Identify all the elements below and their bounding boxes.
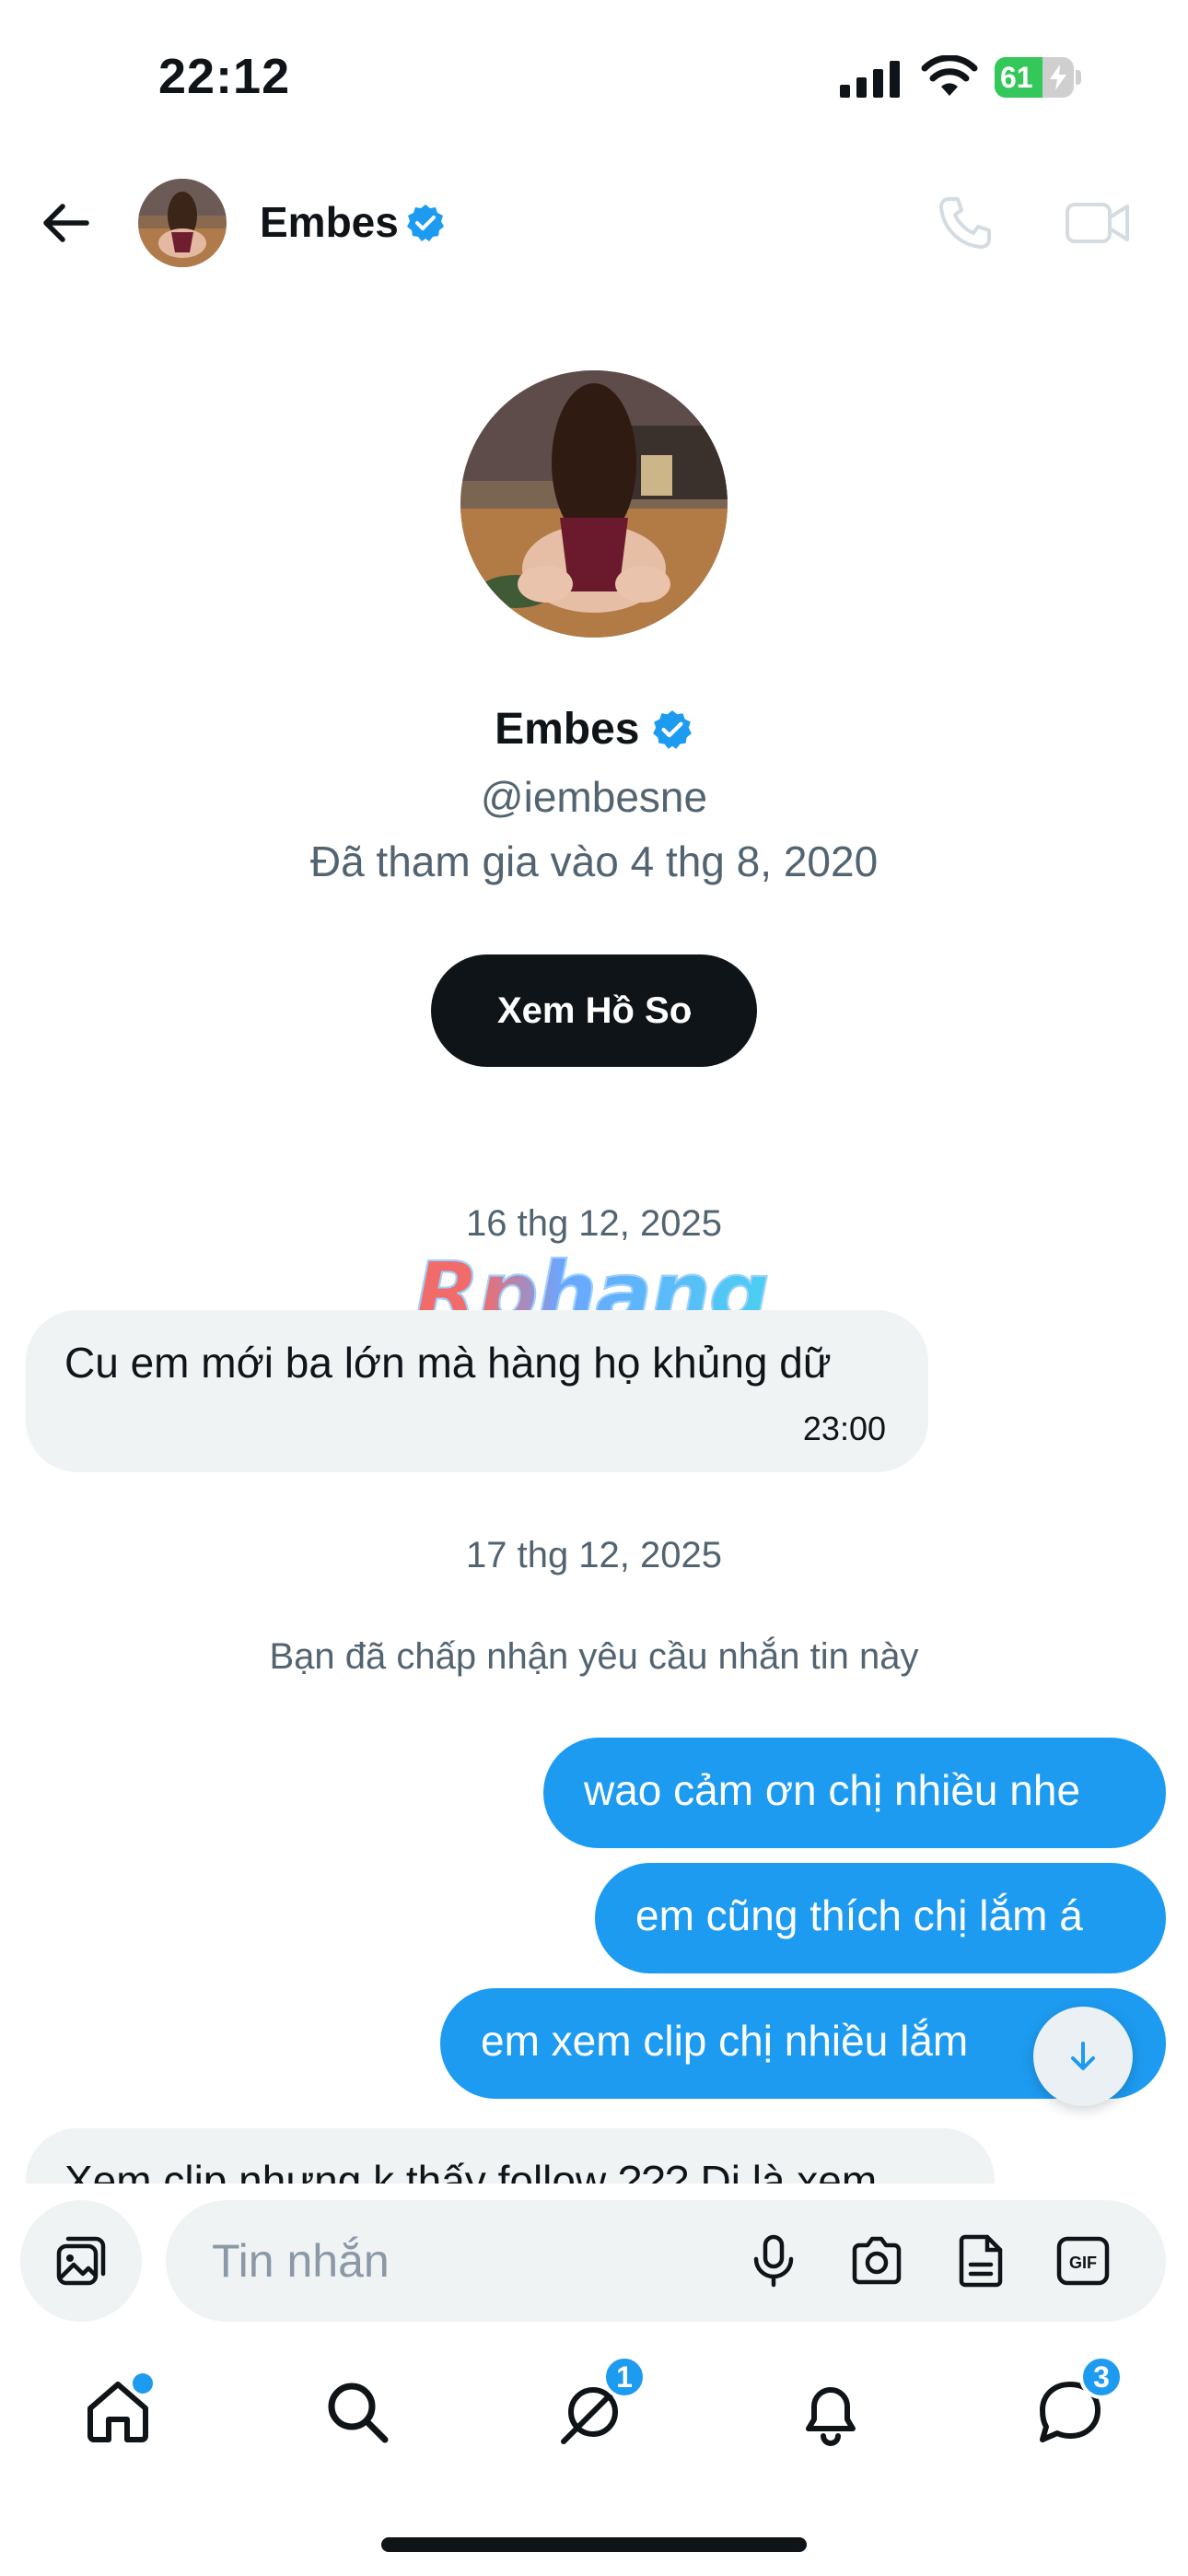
grok-badge: 1 <box>602 2355 646 2399</box>
header-avatar[interactable] <box>138 179 227 267</box>
message-input[interactable] <box>212 2226 728 2296</box>
battery-indicator: 61 <box>995 57 1081 98</box>
gif-icon[interactable]: GIF <box>1055 2233 1111 2289</box>
view-profile-label: Xem Hồ Sơ <box>497 989 691 1031</box>
tab-notifications[interactable] <box>794 2375 868 2449</box>
verified-badge-icon <box>653 709 692 749</box>
home-unread-dot <box>133 2373 153 2394</box>
message-time: 23:00 <box>802 1410 886 1447</box>
cellular-signal-icon <box>840 61 900 98</box>
profile-joined-date: Đã tham gia vào 4 thg 8, 2020 <box>309 837 879 885</box>
wifi-icon <box>921 55 978 96</box>
view-profile-button[interactable]: Xem Hồ Sơ <box>431 954 757 1067</box>
composer: GIF <box>0 2193 1188 2322</box>
messages-badge: 3 <box>1079 2355 1124 2399</box>
outgoing-message[interactable]: em cũng thích chị lắm á <box>595 1863 1166 1973</box>
message-field[interactable]: GIF <box>166 2200 1166 2322</box>
status-bar: 22:12 61 <box>0 0 1188 157</box>
home-indicator <box>381 2537 807 2552</box>
gallery-icon <box>56 2236 106 2286</box>
camera-icon[interactable] <box>849 2233 904 2289</box>
arrow-down-icon <box>1071 2042 1095 2070</box>
request-accepted-note: Bạn đã chấp nhận yêu cầu nhắn tin này <box>269 1636 919 1677</box>
tab-home[interactable] <box>81 2373 155 2449</box>
svg-text:GIF: GIF <box>1069 2254 1097 2272</box>
bottom-tab-bar: 1 3 <box>0 2355 1188 2488</box>
profile-name-row: Embes <box>0 704 1188 755</box>
outgoing-message[interactable]: wao cảm ơn chị nhiều nhe <box>543 1738 1166 1848</box>
date-separator: 16 thg 12, 2025 <box>465 1203 723 1244</box>
profile-handle: @iembesne <box>480 773 708 821</box>
incoming-message[interactable]: Cu em mới ba lớn mà hàng họ khủng dữ 23:… <box>26 1310 928 1472</box>
message-text: Xem clip nhưng k thấy follow ??? Dị là x… <box>64 2157 878 2184</box>
status-time: 22:12 <box>158 49 291 104</box>
tab-messages[interactable]: 3 <box>1033 2355 1124 2449</box>
tab-search[interactable] <box>320 2375 394 2449</box>
microphone-icon[interactable] <box>746 2233 801 2289</box>
message-text: em xem clip chị nhiều lắm <box>481 2017 969 2065</box>
profile-avatar[interactable] <box>460 370 728 638</box>
back-arrow-icon[interactable] <box>37 193 96 252</box>
profile-name: Embes <box>495 705 640 754</box>
tab-grok[interactable]: 1 <box>556 2355 646 2449</box>
verified-badge-icon <box>407 205 444 241</box>
bell-icon <box>806 2387 856 2446</box>
message-list-clip: Xem clip nhưng k thấy follow ??? Dị là x… <box>0 2119 1188 2184</box>
message-text: em cũng thích chị lắm á <box>635 1891 1083 1939</box>
video-call-icon[interactable] <box>1065 195 1131 251</box>
header-name[interactable]: Embes <box>260 197 399 247</box>
document-icon[interactable] <box>954 2233 1009 2289</box>
incoming-message[interactable]: Xem clip nhưng k thấy follow ??? Dị là x… <box>26 2128 995 2184</box>
charging-bolt-icon <box>1050 64 1066 90</box>
date-separator: 17 thg 12, 2025 <box>465 1535 723 1575</box>
message-text: wao cảm ơn chị nhiều nhe <box>584 1766 1081 1814</box>
chat-header: Embes <box>0 157 1188 295</box>
gallery-button[interactable] <box>20 2200 142 2322</box>
message-text: Cu em mới ba lớn mà hàng họ khủng dữ <box>64 1339 832 1387</box>
search-icon <box>328 2383 389 2443</box>
scroll-to-bottom-button[interactable] <box>1033 2007 1133 2106</box>
phone-call-icon[interactable] <box>936 193 995 252</box>
battery-percent: 61 <box>1000 61 1033 94</box>
